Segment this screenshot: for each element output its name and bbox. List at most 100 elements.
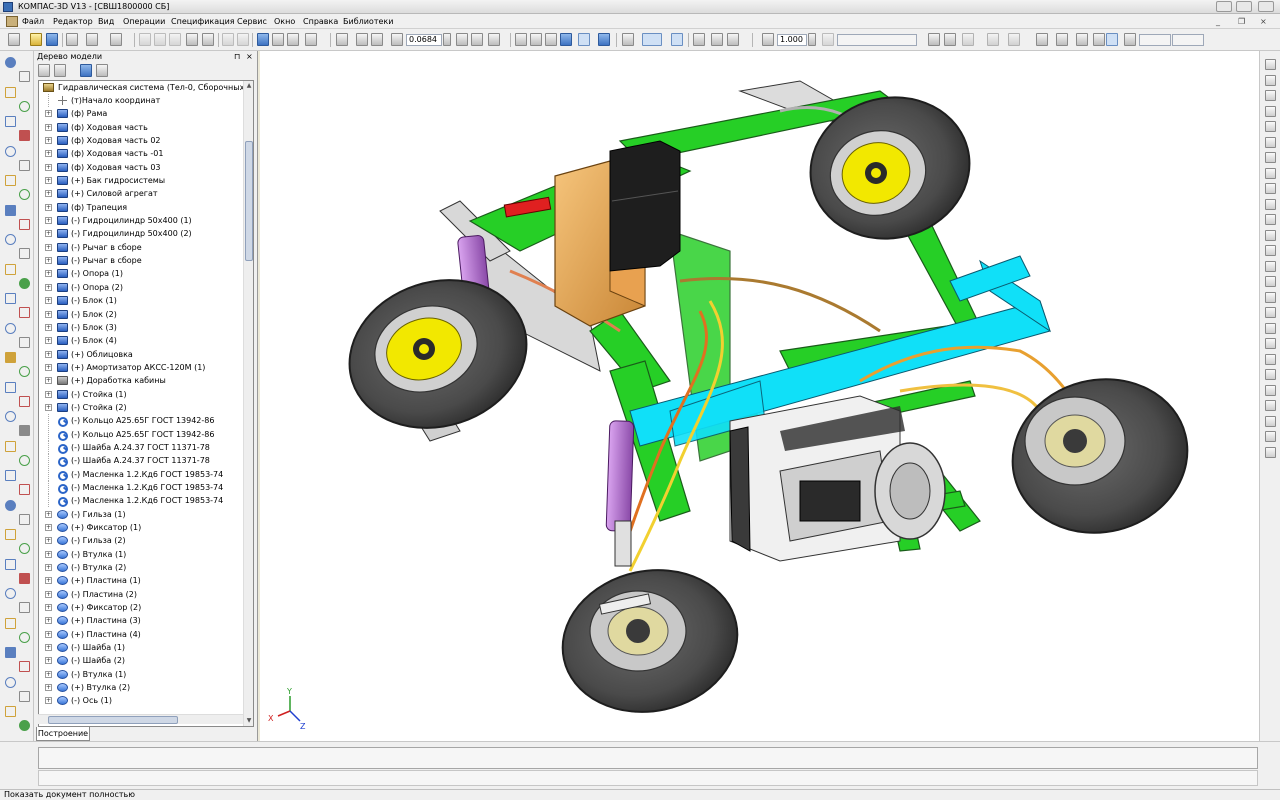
- right-tool-icon[interactable]: [1265, 322, 1276, 334]
- expand-icon[interactable]: +: [45, 403, 52, 411]
- tree-horizontal-scrollbar[interactable]: [38, 714, 243, 724]
- expand-icon[interactable]: +: [45, 110, 52, 118]
- compact-tool-icon[interactable]: [19, 277, 30, 289]
- shaded-edges-icon[interactable]: [578, 33, 590, 46]
- tree-item[interactable]: (-) Масленка 1.2.Кд6 ГОСТ 19853-74: [39, 494, 244, 508]
- menu-operations[interactable]: Операции: [123, 17, 165, 26]
- compact-tool-icon[interactable]: [19, 159, 30, 171]
- right-tool-icon[interactable]: [1265, 121, 1276, 132]
- expand-icon[interactable]: +: [45, 644, 52, 652]
- right-tool-icon[interactable]: [1265, 338, 1276, 349]
- constraint-icon[interactable]: [962, 33, 974, 46]
- expand-icon[interactable]: +: [45, 150, 52, 158]
- expand-icon[interactable]: +: [45, 190, 52, 198]
- tree-item[interactable]: + (+) Пластина (1): [39, 574, 244, 587]
- compact-tool-icon[interactable]: [5, 204, 16, 216]
- shaded-icon[interactable]: [560, 33, 572, 46]
- function-icon[interactable]: [287, 33, 299, 46]
- local-cs-icon[interactable]: [928, 33, 940, 46]
- compact-tool-icon[interactable]: [5, 706, 16, 717]
- expand-icon[interactable]: +: [45, 163, 52, 171]
- compact-tool-icon[interactable]: [19, 366, 30, 377]
- cut-icon[interactable]: [139, 33, 151, 46]
- tree-item[interactable]: + (-) Гидроцилиндр 50х400 (2): [39, 227, 244, 240]
- ortho-icon[interactable]: [1036, 33, 1048, 46]
- tree-item[interactable]: + (+) Силовой агрегат: [39, 187, 244, 200]
- compact-tool-icon[interactable]: [19, 189, 30, 200]
- variables-icon[interactable]: [257, 33, 269, 46]
- expand-icon[interactable]: +: [45, 390, 52, 398]
- compact-tool-icon[interactable]: [19, 218, 30, 230]
- right-tool-icon[interactable]: [1265, 90, 1276, 101]
- save-icon[interactable]: [46, 33, 58, 46]
- compact-tool-icon[interactable]: [19, 543, 30, 554]
- compact-tool-icon[interactable]: [19, 395, 30, 407]
- copy-icon[interactable]: [154, 33, 166, 46]
- expand-icon[interactable]: +: [45, 337, 52, 345]
- close-panel-icon[interactable]: ×: [246, 51, 253, 62]
- tree-item[interactable]: + (-) Гильза (1): [39, 508, 244, 521]
- scroll-thumb[interactable]: [245, 141, 253, 261]
- tree-item[interactable]: + (-) Блок (2): [39, 308, 244, 321]
- expand-icon[interactable]: +: [45, 203, 52, 211]
- tree-item[interactable]: + (+) Фиксатор (1): [39, 521, 244, 534]
- compact-tool-icon[interactable]: [19, 631, 30, 643]
- doc-close-icon[interactable]: ×: [1260, 17, 1267, 26]
- open-icon[interactable]: [30, 33, 42, 46]
- wireframe-icon[interactable]: [515, 33, 527, 46]
- tree-item[interactable]: + (+) Фиксатор (2): [39, 601, 244, 614]
- right-tool-icon[interactable]: [1265, 415, 1276, 427]
- paste-icon[interactable]: [169, 33, 181, 46]
- compact-tool-icon[interactable]: [19, 572, 30, 584]
- hidden-lines-icon[interactable]: [530, 33, 542, 46]
- expand-icon[interactable]: +: [45, 123, 52, 131]
- assembly-3d-view[interactable]: Y X Z: [260, 51, 1259, 741]
- compact-tool-icon[interactable]: [19, 513, 30, 525]
- doc-minimize-icon[interactable]: _: [1216, 17, 1220, 26]
- right-tool-icon[interactable]: [1265, 446, 1276, 458]
- right-tool-icon[interactable]: [1265, 198, 1276, 210]
- compact-tool-icon[interactable]: [5, 116, 16, 127]
- doc-restore-icon[interactable]: ❐: [1238, 17, 1245, 26]
- right-tool-icon[interactable]: [1265, 229, 1276, 241]
- tree-item[interactable]: + (-) Блок (3): [39, 321, 244, 334]
- tree-item[interactable]: + (-) Гильза (2): [39, 534, 244, 547]
- coord-x-input[interactable]: [1139, 34, 1171, 46]
- tree-item[interactable]: + (-) Шайба (2): [39, 654, 244, 667]
- tree-item[interactable]: + (ф) Ходовая часть: [39, 121, 244, 134]
- tree-sort-icon[interactable]: [54, 64, 66, 77]
- compact-tool-icon[interactable]: [19, 661, 30, 672]
- compact-tool-icon[interactable]: [19, 425, 30, 436]
- menu-file[interactable]: Файл: [22, 17, 44, 26]
- param-icon[interactable]: [987, 33, 999, 46]
- zoom-in-icon[interactable]: [356, 33, 368, 46]
- tree-filter-icon[interactable]: [80, 64, 92, 77]
- tree-structure-icon[interactable]: [38, 64, 50, 77]
- properties-icon[interactable]: [202, 33, 214, 46]
- compact-tool-icon[interactable]: [19, 130, 30, 141]
- expand-icon[interactable]: +: [45, 630, 52, 638]
- compact-tool-icon[interactable]: [5, 647, 16, 658]
- expand-icon[interactable]: +: [45, 137, 52, 145]
- angle-icon[interactable]: [1076, 33, 1088, 46]
- expand-icon[interactable]: +: [45, 577, 52, 585]
- rotate-icon[interactable]: [471, 33, 483, 46]
- zoom-dropdown-icon[interactable]: [443, 33, 451, 46]
- maximize-button[interactable]: [1236, 1, 1252, 12]
- snap-icon[interactable]: [671, 33, 683, 46]
- compact-tool-icon[interactable]: [5, 381, 16, 393]
- tree-item[interactable]: + (-) Стойка (2): [39, 401, 244, 414]
- tree-item[interactable]: + (-) Рычаг в сборе: [39, 241, 244, 254]
- compact-tool-icon[interactable]: [19, 484, 30, 495]
- expand-icon[interactable]: +: [45, 684, 52, 692]
- coord-y-input[interactable]: [1172, 34, 1204, 46]
- expand-icon[interactable]: +: [45, 177, 52, 185]
- hscroll-thumb[interactable]: [48, 716, 178, 724]
- select-filter-icon[interactable]: [642, 33, 662, 46]
- menu-view[interactable]: Вид: [98, 17, 114, 26]
- menu-service[interactable]: Сервис: [237, 17, 267, 26]
- format-icon[interactable]: [186, 33, 198, 46]
- compact-tool-icon[interactable]: [19, 71, 30, 82]
- help-pointer-icon[interactable]: [305, 33, 317, 46]
- tree-item[interactable]: (-) Кольцо А25.65Г ГОСТ 13942-86: [39, 427, 244, 441]
